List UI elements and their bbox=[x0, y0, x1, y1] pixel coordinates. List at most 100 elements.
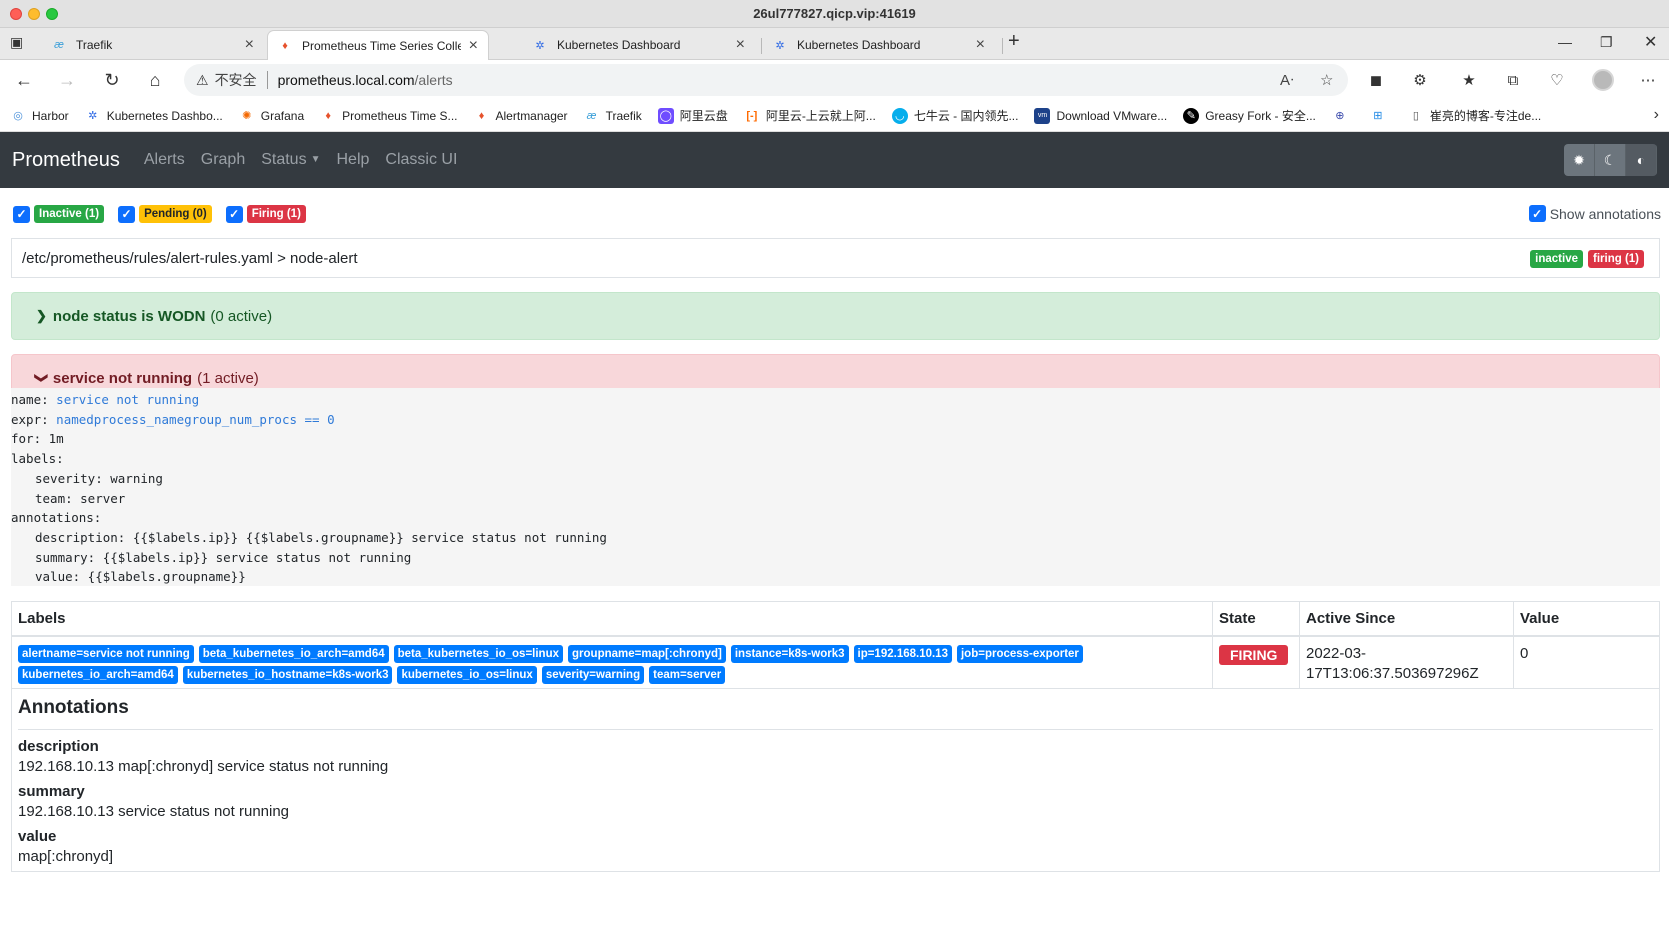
label-badge: team=server bbox=[649, 665, 726, 684]
minimize-icon[interactable]: — bbox=[1558, 34, 1572, 50]
back-icon[interactable]: ← bbox=[12, 68, 36, 92]
nav-graph[interactable]: Graph bbox=[201, 151, 245, 169]
label-badges: alertname=service not running beta_kuber… bbox=[18, 644, 1198, 684]
close-icon[interactable]: × bbox=[736, 36, 745, 54]
moon-icon[interactable]: ☾ bbox=[1595, 144, 1626, 176]
warning-icon[interactable]: ⚠ bbox=[196, 72, 209, 89]
nav-alerts[interactable]: Alerts bbox=[144, 151, 185, 169]
caret-down-icon: ▼ bbox=[310, 154, 321, 166]
site-icon: ⊕ bbox=[1335, 110, 1345, 122]
rule-expr-link[interactable]: namedprocess_namegroup_num_procs == 0 bbox=[56, 412, 334, 427]
bookmark-aliyun-drive[interactable]: ◯ 阿里云盘 bbox=[657, 107, 728, 124]
inactive-badge: Inactive (1) bbox=[34, 205, 105, 223]
browser-essentials-icon[interactable]: ♡ bbox=[1547, 70, 1567, 90]
bookmark-kubernetes[interactable]: ✲ Kubernetes Dashbo... bbox=[85, 108, 223, 124]
prometheus-icon: ♦ bbox=[325, 109, 331, 122]
checkbox-inactive[interactable]: ✓ bbox=[13, 205, 30, 223]
tab-actions-icon[interactable]: ▣ bbox=[10, 34, 23, 51]
annotations-title: Annotations bbox=[18, 689, 1653, 730]
address-bar: ← → ↻ ⌂ ⚠ 不安全 prometheus.local.com/alert… bbox=[0, 60, 1669, 100]
filter-firing[interactable]: ✓ Firing (1) bbox=[225, 205, 306, 223]
close-icon[interactable]: × bbox=[976, 36, 985, 54]
brand-link[interactable]: Prometheus bbox=[12, 149, 120, 172]
url-input[interactable]: ⚠ 不安全 prometheus.local.com/alerts Aᐧ ☆ bbox=[184, 64, 1348, 96]
bookmark-qiniu[interactable]: ◡ 七牛云 - 国内领先... bbox=[891, 107, 1018, 124]
tab-kubernetes-dashboard-2[interactable]: ✲ Kubernetes Dashboard × bbox=[763, 30, 995, 60]
bookmark-prometheus[interactable]: ♦ Prometheus Time S... bbox=[320, 108, 457, 124]
table-row: alertname=service not running beta_kuber… bbox=[11, 635, 1660, 689]
filter-inactive[interactable]: ✓ Inactive (1) bbox=[13, 205, 105, 223]
close-icon[interactable]: ✕ bbox=[1644, 32, 1657, 52]
bookmark-grafana[interactable]: ✺ Grafana bbox=[239, 108, 304, 124]
add-favorite-icon[interactable]: ☆ bbox=[1320, 64, 1333, 96]
alerts-page: ✓ Inactive (1) ✓ Pending (0) ✓ Firing (1… bbox=[0, 188, 1669, 949]
kubernetes-icon: ✲ bbox=[535, 39, 545, 52]
reload-icon[interactable]: ↻ bbox=[100, 68, 124, 92]
traefik-icon: æ bbox=[586, 109, 597, 122]
bookmark-blog[interactable]: ▯ 崔亮的博客-专注de... bbox=[1408, 107, 1541, 124]
tab-kubernetes-dashboard-1[interactable]: ✲ Kubernetes Dashboard × bbox=[523, 30, 755, 60]
site-icon: ⊞ bbox=[1373, 110, 1383, 122]
checkbox-show-annotations[interactable]: ✓ bbox=[1528, 205, 1546, 222]
extension-icon[interactable]: ◼ bbox=[1366, 70, 1386, 90]
label-badge: kubernetes_io_hostname=k8s-work3 bbox=[182, 665, 393, 684]
prometheus-navbar: Prometheus Alerts Graph Status ▼ Help Cla… bbox=[0, 132, 1669, 188]
more-menu-icon[interactable]: ⋯ bbox=[1638, 70, 1658, 90]
home-icon[interactable]: ⌂ bbox=[143, 68, 167, 92]
adjust-icon[interactable]: ◐ bbox=[1626, 144, 1657, 176]
alerts-table: Labels State Active Since Value alertnam… bbox=[11, 601, 1660, 872]
annotation-key: description bbox=[18, 737, 99, 755]
chevron-right-icon[interactable]: › bbox=[1654, 106, 1659, 124]
bookmark-aliyun[interactable]: [-] 阿里云-上云就上阿... bbox=[744, 107, 876, 124]
checkbox-firing[interactable]: ✓ bbox=[225, 205, 243, 223]
close-icon[interactable]: × bbox=[469, 37, 478, 55]
alertmanager-icon: ♦ bbox=[478, 109, 485, 122]
alert-name: node status is WODN bbox=[52, 307, 206, 325]
collections-icon[interactable]: ⧉ bbox=[1503, 70, 1523, 90]
firing-badge: Firing (1) bbox=[246, 205, 306, 223]
filter-pending[interactable]: ✓ Pending (0) bbox=[118, 205, 212, 223]
bookmarks-bar: ◎ Harbor ✲ Kubernetes Dashbo... ✺ Grafana ♦… bbox=[0, 100, 1669, 132]
nav-classic-ui[interactable]: Classic UI bbox=[385, 151, 457, 169]
label-badge: ip=192.168.10.13 bbox=[853, 644, 952, 663]
bookmark-traefik[interactable]: æ Traefik bbox=[584, 108, 642, 124]
new-tab-icon[interactable]: + bbox=[1008, 30, 1020, 53]
pending-badge: Pending (0) bbox=[139, 205, 212, 223]
sun-icon[interactable]: ✹ bbox=[1564, 144, 1595, 176]
bookmark-icon-only-2[interactable]: ⊞ bbox=[1370, 108, 1392, 124]
close-icon[interactable]: × bbox=[245, 36, 254, 54]
group-inactive-badge: inactive bbox=[1530, 250, 1583, 268]
alert-active-count: (0 active) bbox=[210, 307, 273, 325]
security-label[interactable]: 不安全 bbox=[215, 70, 257, 90]
alert-rule-node-status[interactable]: ❯ node status is WODN (0 active) bbox=[11, 292, 1660, 340]
aliyun-icon: [-] bbox=[746, 109, 758, 122]
show-annotations-toggle[interactable]: ✓ Show annotations bbox=[1528, 205, 1661, 222]
url-host: prometheus.local.com bbox=[277, 72, 415, 88]
profile-avatar[interactable] bbox=[1592, 69, 1614, 91]
rule-name-link[interactable]: service not running bbox=[56, 392, 199, 407]
greasyfork-icon: ✎ bbox=[1183, 107, 1200, 124]
restore-icon[interactable]: ❐ bbox=[1600, 34, 1613, 51]
bookmark-vmware[interactable]: vm Download VMware... bbox=[1034, 107, 1167, 124]
checkbox-pending[interactable]: ✓ bbox=[118, 205, 136, 223]
tab-prometheus[interactable]: ♦ Prometheus Time Series Collecti × bbox=[267, 30, 489, 60]
annotation-key: summary bbox=[18, 782, 85, 800]
bookmark-greasyfork[interactable]: ✎ Greasy Fork - 安全... bbox=[1183, 107, 1316, 124]
page-icon: ▯ bbox=[1412, 110, 1419, 122]
bookmark-harbor[interactable]: ◎ Harbor bbox=[10, 108, 69, 124]
tab-traefik[interactable]: æ Traefik × bbox=[42, 30, 264, 60]
bookmark-alertmanager[interactable]: ♦ Alertmanager bbox=[474, 108, 568, 124]
traefik-icon: æ bbox=[54, 39, 64, 51]
nav-status-label: Status bbox=[261, 151, 307, 168]
forward-icon[interactable]: → bbox=[55, 68, 79, 92]
nav-help[interactable]: Help bbox=[336, 151, 369, 169]
chevron-down-icon: ❯ bbox=[34, 372, 50, 384]
prometheus-icon: ♦ bbox=[282, 39, 288, 52]
label-badge: instance=k8s-work3 bbox=[730, 644, 849, 663]
extensions-icon[interactable]: ⚙ bbox=[1410, 70, 1430, 90]
favorites-icon[interactable]: ★ bbox=[1459, 70, 1479, 90]
nav-status-dropdown[interactable]: Status ▼ bbox=[261, 151, 320, 169]
read-aloud-icon[interactable]: Aᐧ bbox=[1280, 64, 1294, 96]
chevron-right-icon: ❯ bbox=[36, 308, 47, 323]
bookmark-icon-only-1[interactable]: ⊕ bbox=[1332, 108, 1354, 124]
